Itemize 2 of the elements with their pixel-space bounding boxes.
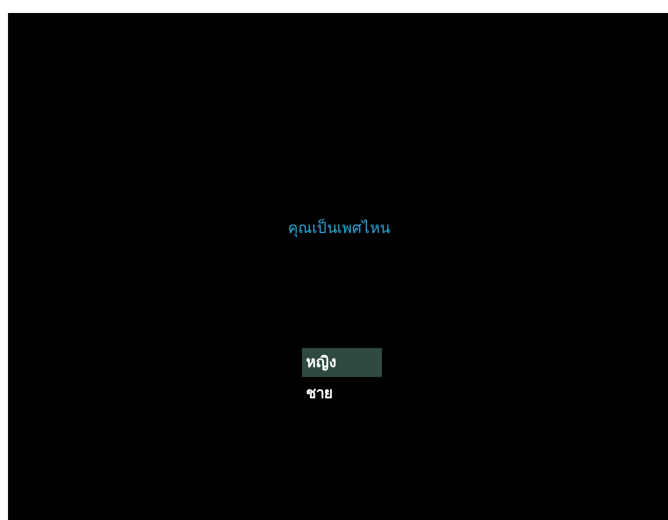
question-text: คุณเป็นเพศไหน xyxy=(288,218,390,240)
option-item[interactable]: หญิง xyxy=(302,348,382,377)
